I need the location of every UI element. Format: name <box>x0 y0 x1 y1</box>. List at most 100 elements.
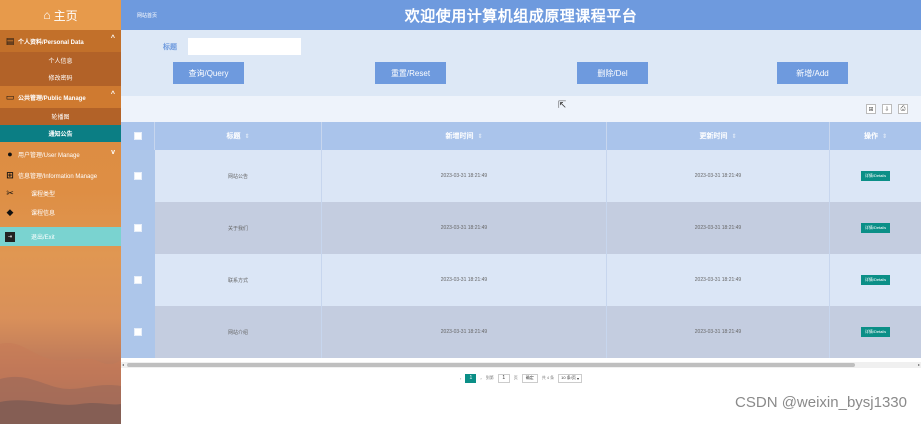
prev-page-icon[interactable]: ‹ <box>460 376 461 381</box>
sidebar-group-label: 公共管理/Public Manage <box>18 95 86 102</box>
sort-icon: ⇕ <box>731 133 737 140</box>
query-button[interactable]: 查询/Query <box>173 62 244 84</box>
sidebar-item-label: 修改密码 <box>48 76 73 82</box>
sidebar-item-label: 轮播图 <box>51 115 70 121</box>
title-search-label: 标题 <box>163 44 177 51</box>
chevron-down-icon: ▾ <box>576 375 579 381</box>
sidebar-item-label: 课程信息 <box>31 211 56 217</box>
exit-icon: ⇥ <box>5 231 15 242</box>
sidebar-item-label: 退出/Exit <box>31 235 55 241</box>
sidebar-item-course-info[interactable]: ◆ 课程信息 <box>0 203 121 222</box>
page-size-value: 10 条/页 <box>561 375 576 380</box>
sidebar-home-label: 主页 <box>53 8 78 23</box>
sidebar-item-course-type[interactable]: ✂ 课程类型 <box>0 184 121 203</box>
sidebar-home[interactable]: ⌂ 主页 <box>0 0 121 30</box>
goto-label: 到第 <box>485 375 494 380</box>
title-search-input[interactable] <box>188 38 301 55</box>
title-cell: 联系方式 <box>155 254 322 306</box>
select-all-checkbox[interactable] <box>133 132 142 140</box>
sidebar-item-personal-info[interactable]: 个人信息 <box>0 52 121 69</box>
table-row[interactable]: 关于我们 2023-03-31 18:21:49 2023-03-31 18:2… <box>121 202 921 254</box>
export-icon[interactable]: ⇩ <box>882 104 892 114</box>
details-button[interactable]: 详情/Details <box>860 223 891 233</box>
sidebar-group-label: 信息管理/Information Manage <box>18 173 98 180</box>
row-checkbox[interactable] <box>134 224 142 232</box>
data-table: 标题 ⇕ 新增时间 ⇕ 更新时间 ⇕ 操作 ⇕ 网站公告 2023-03-31 18:2… <box>121 122 921 358</box>
sidebar-item-exit[interactable]: ⇥ 退出/Exit <box>0 227 121 246</box>
sidebar-group-info[interactable]: ⊞ 信息管理/Information Manage <box>0 166 121 184</box>
actions-cell: 详情/Details <box>830 306 921 358</box>
page-number-current[interactable]: 1 <box>465 373 477 383</box>
horizontal-scrollbar[interactable]: ◂ ▸ <box>121 362 921 368</box>
delete-button[interactable]: 删除/Del <box>577 62 648 84</box>
sort-icon: ⇕ <box>244 133 250 140</box>
sidebar-group-user[interactable]: ● 用户管理/User Manage v <box>0 142 121 166</box>
title-cell: 关于我们 <box>155 202 322 254</box>
created-cell: 2023-03-31 18:21:49 <box>322 254 607 306</box>
column-header-title[interactable]: 标题 ⇕ <box>155 122 322 150</box>
goto-page-input[interactable]: 1 <box>497 373 510 383</box>
reset-button[interactable]: 重置/Reset <box>375 62 446 84</box>
column-header-actions[interactable]: 操作 ⇕ <box>830 122 921 150</box>
sidebar-item-label: 课程类型 <box>31 192 56 198</box>
table-row[interactable]: 网站介绍 2023-03-31 18:21:49 2023-03-31 18:2… <box>121 306 921 358</box>
actions-cell: 详情/Details <box>830 202 921 254</box>
print-icon[interactable]: ⎙ <box>898 104 908 114</box>
tools-icon: ✂ <box>6 188 14 198</box>
updated-cell: 2023-03-31 18:21:49 <box>607 306 830 358</box>
sidebar-item-carousel[interactable]: 轮播图 <box>0 108 121 125</box>
top-header: 网站首页 欢迎使用计算机组成原理课程平台 <box>121 0 921 30</box>
column-header-label: 更新时间 <box>699 133 728 140</box>
column-header-label: 标题 <box>226 133 241 140</box>
goto-confirm-button[interactable]: 确定 <box>521 373 538 383</box>
sidebar-group-label: 个人资料/Personal Data <box>18 39 84 46</box>
column-header-created[interactable]: 新增时间 ⇕ <box>322 122 607 150</box>
id-card-icon: ▤ <box>5 35 15 46</box>
column-header-label: 操作 <box>863 133 878 140</box>
chevron-up-icon: ^ <box>110 91 115 98</box>
sidebar-group-label: 用户管理/User Manage <box>18 152 80 159</box>
sidebar-item-change-password[interactable]: 修改密码 <box>0 69 121 86</box>
row-checkbox-cell <box>121 254 155 306</box>
details-button[interactable]: 详情/Details <box>860 327 891 337</box>
row-checkbox-cell <box>121 202 155 254</box>
page-unit-label: 页 <box>513 375 518 380</box>
total-count: 共 4 条 <box>541 375 555 380</box>
title-cell: 网站介绍 <box>155 306 322 358</box>
scroll-right-icon[interactable]: ▸ <box>918 362 920 367</box>
search-panel: 标题 查询/Query 重置/Reset 删除/Del 新增/Add <box>121 30 921 96</box>
column-header-updated[interactable]: 更新时间 ⇕ <box>607 122 830 150</box>
scrollbar-thumb[interactable] <box>127 363 855 367</box>
sidebar-group-personal[interactable]: ▤ 个人资料/Personal Data ^ <box>0 30 121 52</box>
created-cell: 2023-03-31 18:21:49 <box>322 202 607 254</box>
mouse-cursor-icon: ⇱ <box>558 100 567 111</box>
row-checkbox[interactable] <box>134 328 142 336</box>
actions-cell: 详情/Details <box>830 150 921 202</box>
sidebar-item-notice[interactable]: 通知公告 <box>0 125 121 142</box>
page-size-select[interactable]: 10 条/页 ▾ <box>558 373 582 383</box>
title-cell: 网站公告 <box>155 150 322 202</box>
filter-columns-icon[interactable]: ⊞ <box>866 104 876 114</box>
sort-icon: ⇕ <box>881 133 888 140</box>
tag-icon: ◆ <box>6 207 14 217</box>
table-row[interactable]: 联系方式 2023-03-31 18:21:49 2023-03-31 18:2… <box>121 254 921 306</box>
created-cell: 2023-03-31 18:21:49 <box>322 150 607 202</box>
updated-cell: 2023-03-31 18:21:49 <box>607 202 830 254</box>
row-checkbox[interactable] <box>134 172 142 180</box>
header-checkbox-cell <box>121 122 155 150</box>
scroll-left-icon[interactable]: ◂ <box>122 362 124 367</box>
details-button[interactable]: 详情/Details <box>860 171 891 181</box>
column-header-label: 新增时间 <box>445 133 474 140</box>
next-page-icon[interactable]: › <box>480 376 481 381</box>
sitemap-icon: ⊞ <box>6 169 14 180</box>
updated-cell: 2023-03-31 18:21:49 <box>607 254 830 306</box>
sidebar: ⌂ 主页 ▤ 个人资料/Personal Data ^ 个人信息 修改密码 ▭ … <box>0 0 121 424</box>
details-button[interactable]: 详情/Details <box>860 275 891 285</box>
sidebar-item-label: 个人信息 <box>48 59 73 65</box>
sidebar-group-public[interactable]: ▭ 公共管理/Public Manage ^ <box>0 86 121 108</box>
table-toolbar: ⇱ ⊞ ⇩ ⎙ <box>121 96 921 122</box>
table-row[interactable]: 网站公告 2023-03-31 18:21:49 2023-03-31 18:2… <box>121 150 921 202</box>
row-checkbox[interactable] <box>134 276 142 284</box>
row-checkbox-cell <box>121 306 155 358</box>
add-button[interactable]: 新增/Add <box>777 62 848 84</box>
